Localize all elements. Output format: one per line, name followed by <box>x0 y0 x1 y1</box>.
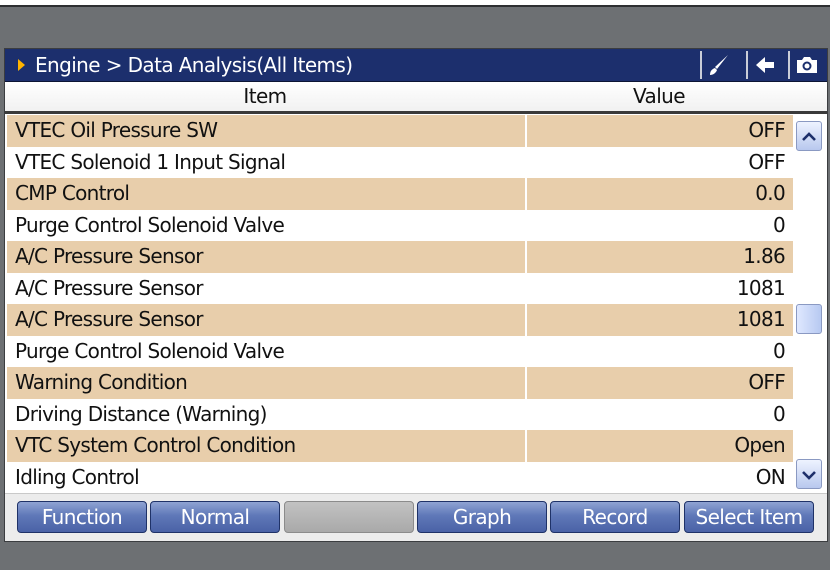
brush-button[interactable] <box>700 51 736 79</box>
graph-button[interactable]: Graph <box>417 501 547 533</box>
data-table: VTEC Oil Pressure SW OFF VTEC Solenoid 1 I… <box>7 115 793 493</box>
item-cell: Idling Control <box>15 464 140 489</box>
back-arrow-icon <box>754 55 776 75</box>
table-row[interactable]: CMP Control 0.0 <box>7 178 793 210</box>
value-column-header: Value <box>633 84 686 108</box>
title-bar: Engine > Data Analysis(All Items) <box>5 49 827 82</box>
item-cell: CMP Control <box>15 181 130 205</box>
table-row[interactable]: VTC System Control Condition Open <box>7 430 793 462</box>
breadcrumb-arrow-icon <box>18 59 25 71</box>
scrollbar[interactable] <box>793 115 825 493</box>
chevron-up-icon <box>802 127 816 146</box>
value-cell: 1081 <box>736 275 786 300</box>
value-cell: OFF <box>748 149 785 174</box>
normal-button[interactable]: Normal <box>150 501 280 533</box>
table-row[interactable]: VTEC Solenoid 1 Input Signal OFF <box>7 146 793 178</box>
back-button[interactable] <box>746 51 782 79</box>
value-cell: Open <box>734 433 785 457</box>
value-cell: 0 <box>772 401 786 426</box>
table-row[interactable]: VTEC Oil Pressure SW OFF <box>7 115 793 147</box>
item-cell: VTEC Oil Pressure SW <box>15 118 218 142</box>
function-bar: Function Normal Graph Record Select Item <box>5 493 827 541</box>
chevron-down-icon <box>802 465 816 484</box>
value-cell: OFF <box>748 370 785 394</box>
blank-button <box>284 501 414 533</box>
item-cell: Purge Control Solenoid Valve <box>15 212 285 237</box>
value-cell: 1081 <box>736 307 786 331</box>
screenshot-button[interactable] <box>788 51 824 79</box>
item-cell: A/C Pressure Sensor <box>15 275 203 300</box>
value-cell: 0 <box>772 338 786 363</box>
top-edge <box>0 5 830 7</box>
table-row[interactable]: Purge Control Solenoid Valve 0 <box>7 335 793 367</box>
brush-icon <box>707 54 731 76</box>
value-cell: 1.86 <box>743 244 785 268</box>
camera-icon <box>795 55 819 75</box>
value-cell: 0 <box>772 212 786 237</box>
value-cell: OFF <box>748 118 785 142</box>
table-row[interactable]: A/C Pressure Sensor 1081 <box>7 272 793 304</box>
scroll-up-button[interactable] <box>796 121 822 151</box>
data-analysis-panel: Engine > Data Analysis(All Items) Item V… <box>4 48 828 542</box>
value-cell: 0.0 <box>755 181 785 205</box>
item-cell: VTEC Solenoid 1 Input Signal <box>15 149 286 174</box>
item-column-header: Item <box>243 84 287 108</box>
item-cell: A/C Pressure Sensor <box>15 307 203 331</box>
table-row[interactable]: Idling Control ON <box>7 461 793 493</box>
function-button[interactable]: Function <box>17 501 147 533</box>
table-row[interactable]: Driving Distance (Warning) 0 <box>7 398 793 430</box>
item-cell: Driving Distance (Warning) <box>15 401 267 426</box>
scroll-down-button[interactable] <box>796 459 822 489</box>
table-row[interactable]: Warning Condition OFF <box>7 367 793 399</box>
table-row[interactable]: Purge Control Solenoid Valve 0 <box>7 209 793 241</box>
record-button[interactable]: Record <box>550 501 680 533</box>
item-cell: A/C Pressure Sensor <box>15 244 203 268</box>
table-row[interactable]: A/C Pressure Sensor 1.86 <box>7 241 793 273</box>
value-cell: ON <box>755 464 786 489</box>
breadcrumb: Engine > Data Analysis(All Items) <box>35 53 353 77</box>
column-divider <box>525 115 527 493</box>
scroll-thumb[interactable] <box>796 304 822 334</box>
table-row[interactable]: A/C Pressure Sensor 1081 <box>7 304 793 336</box>
item-cell: VTC System Control Condition <box>15 433 296 457</box>
item-cell: Purge Control Solenoid Valve <box>15 338 285 363</box>
select-item-button[interactable]: Select Item <box>684 501 814 533</box>
table-header: Item Value <box>5 82 827 114</box>
item-cell: Warning Condition <box>15 370 188 394</box>
